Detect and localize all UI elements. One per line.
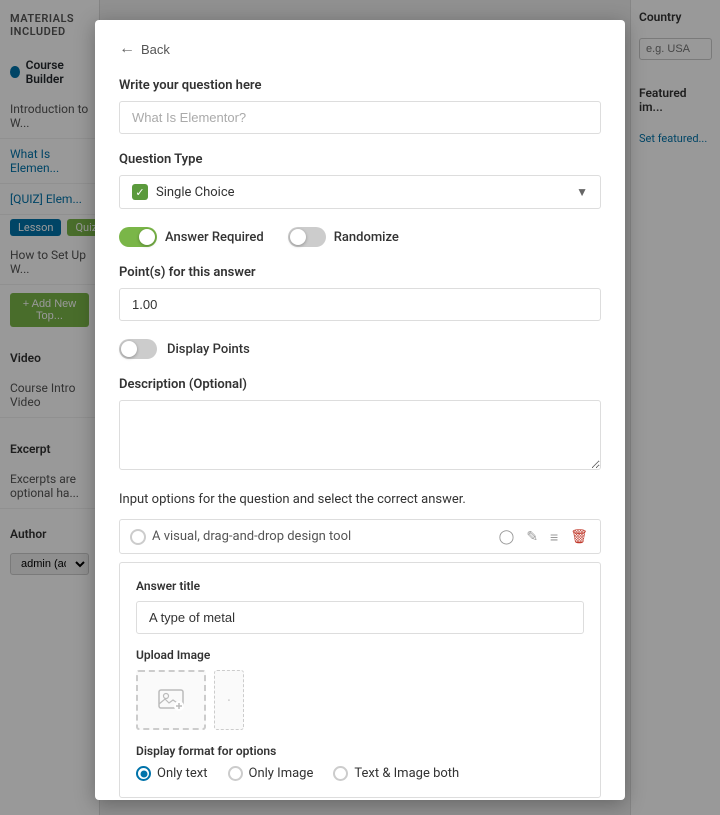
radio-empty-icon[interactable]: ◯ — [497, 526, 517, 547]
options-section: Input options for the question and selec… — [119, 492, 601, 798]
answer-option-row: A visual, drag-and-drop design tool ◯ ✎ … — [119, 519, 601, 554]
display-points-toggle[interactable] — [119, 339, 157, 359]
points-label: Point(s) for this answer — [119, 265, 601, 280]
edit-icon[interactable]: ✎ — [524, 526, 540, 547]
answer-title-label: Answer title — [136, 579, 584, 593]
options-instruction: Input options for the question and selec… — [119, 492, 601, 507]
answer-required-toggle-item: Answer Required — [119, 227, 264, 247]
display-points-row: Display Points — [119, 339, 601, 359]
answer-card: Answer title Upload Image — [119, 562, 601, 798]
description-textarea[interactable] — [119, 400, 601, 470]
description-label: Description (Optional) — [119, 377, 601, 392]
upload-placeholder: · — [214, 670, 244, 730]
points-input[interactable] — [119, 288, 601, 321]
back-label: Back — [141, 42, 170, 57]
radio-circle-icon — [130, 529, 146, 545]
image-upload-icon — [157, 686, 185, 714]
format-only-text[interactable]: Only text — [136, 766, 208, 781]
upload-box[interactable] — [136, 670, 206, 730]
upload-area: · — [136, 670, 584, 730]
modal-dialog: ← Back Write your question here Question… — [95, 20, 625, 800]
display-format-label: Display format for options — [136, 744, 584, 758]
upload-image-label: Upload Image — [136, 648, 584, 662]
toggle-knob — [139, 229, 155, 245]
format-text-image-both[interactable]: Text & Image both — [333, 766, 459, 781]
points-field-group: Point(s) for this answer — [119, 265, 601, 321]
answer-required-label: Answer Required — [165, 230, 264, 245]
chevron-down-icon: ▼ — [576, 185, 588, 199]
format-text-image-label: Text & Image both — [354, 766, 459, 781]
question-label: Write your question here — [119, 78, 601, 93]
randomize-toggle[interactable] — [288, 227, 326, 247]
question-input[interactable] — [119, 101, 601, 134]
format-only-image-label: Only Image — [249, 766, 314, 781]
delete-icon[interactable]: 🗑 — [568, 526, 590, 547]
question-type-label: Question Type — [119, 152, 601, 167]
menu-icon[interactable]: ≡ — [548, 527, 560, 547]
answer-required-toggle[interactable] — [119, 227, 157, 247]
format-only-text-label: Only text — [157, 766, 208, 781]
back-arrow-icon: ← — [119, 40, 135, 58]
format-text-image-radio[interactable] — [333, 766, 348, 781]
back-button[interactable]: ← Back — [119, 40, 170, 58]
checkbox-green-icon: ✓ — [132, 184, 148, 200]
format-only-text-radio[interactable] — [136, 766, 151, 781]
display-points-label: Display Points — [167, 342, 250, 357]
toggle-knob-3 — [121, 341, 137, 357]
toggles-row: Answer Required Randomize — [119, 227, 601, 247]
question-type-group: Question Type ✓ Single Choice ▼ — [119, 152, 601, 209]
format-options: Only text Only Image Text & Image both — [136, 766, 584, 781]
question-type-dropdown[interactable]: ✓ Single Choice ▼ — [119, 175, 601, 209]
answer-option-text: A visual, drag-and-drop design tool — [152, 529, 491, 544]
question-type-value: Single Choice — [156, 185, 235, 200]
format-only-image[interactable]: Only Image — [228, 766, 314, 781]
description-field-group: Description (Optional) — [119, 377, 601, 474]
modal-overlay: ← Back Write your question here Question… — [0, 0, 720, 815]
answer-option-icons: ◯ ✎ ≡ 🗑 — [497, 526, 590, 547]
question-field-group: Write your question here — [119, 78, 601, 134]
toggle-knob-2 — [290, 229, 306, 245]
randomize-toggle-item: Randomize — [288, 227, 399, 247]
format-only-image-radio[interactable] — [228, 766, 243, 781]
randomize-label: Randomize — [334, 230, 399, 245]
answer-title-input[interactable] — [136, 601, 584, 634]
